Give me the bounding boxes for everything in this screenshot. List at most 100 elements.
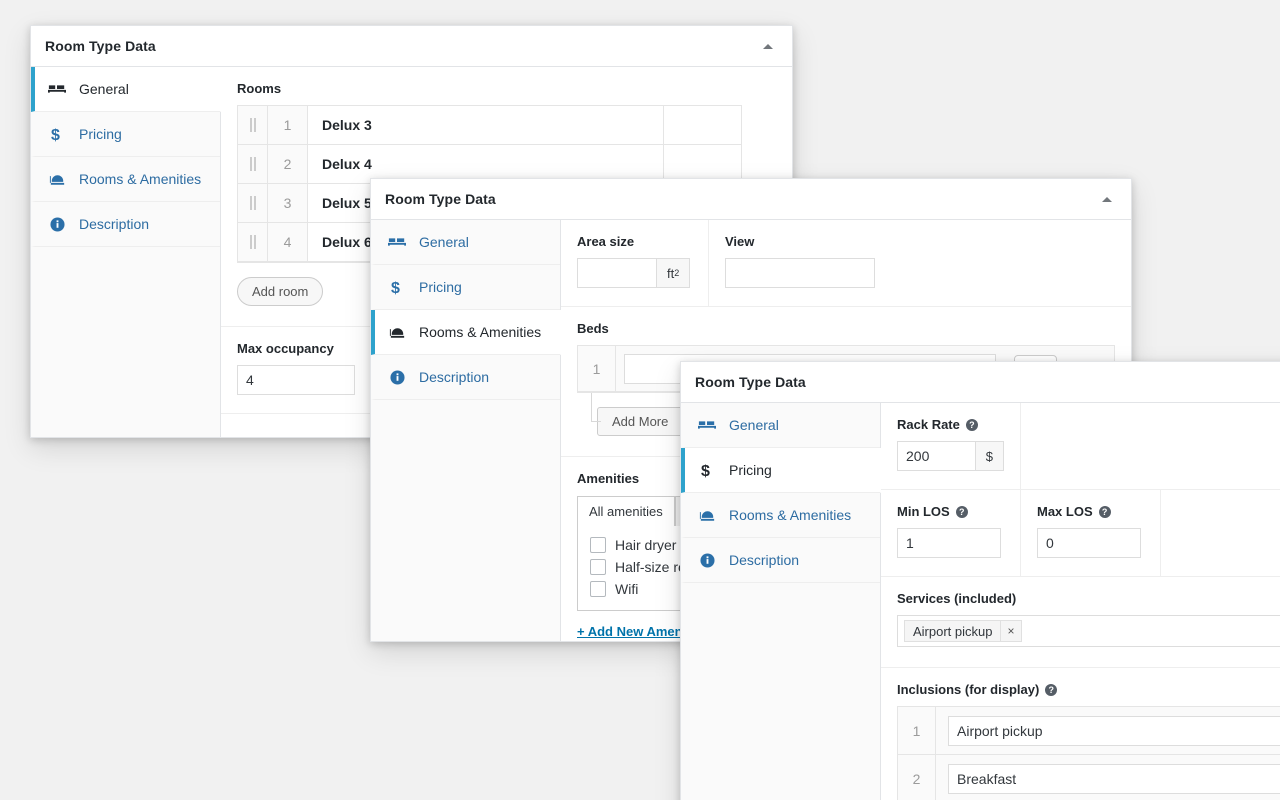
sidebar-item-rooms-amenities[interactable]: Rooms & Amenities (371, 310, 561, 355)
label-text: Max LOS (1037, 504, 1093, 519)
collapse-toggle-button[interactable] (1097, 189, 1117, 209)
collapse-toggle-button[interactable] (758, 36, 778, 56)
caret-up-icon (1102, 196, 1112, 202)
sidebar-item-pricing[interactable]: $ Pricing (681, 448, 881, 493)
area-size-group: ft 2 (577, 258, 692, 288)
max-occupancy-cell: Max occupancy 4 (221, 327, 381, 413)
checkbox[interactable] (590, 581, 606, 597)
bed-icon (47, 80, 67, 98)
max-los-cell: Max LOS ? 0 (1021, 490, 1161, 576)
max-occupancy-label: Max occupancy (237, 341, 334, 356)
dollar-icon: $ (697, 461, 717, 479)
sidebar-item-label: Description (729, 552, 800, 568)
rack-rate-input[interactable]: 200 (897, 441, 976, 471)
row-actions[interactable] (663, 106, 741, 144)
los-row: Min LOS ? 1 Max LOS ? 0 (881, 490, 1280, 577)
panel-header: Room Type Data (31, 26, 792, 67)
drag-handle[interactable] (238, 223, 268, 261)
row-index: 2 (268, 145, 308, 183)
bellhop-icon (387, 323, 407, 341)
inclusion-cell[interactable]: Breakfast (936, 755, 1280, 800)
table-row[interactable]: 2 Breakfast (898, 755, 1280, 800)
info-icon (47, 215, 67, 233)
sidebar-item-description[interactable]: Description (681, 538, 880, 583)
view-label: View (725, 234, 755, 249)
sidebar-item-label: General (79, 81, 129, 97)
caret-up-icon (763, 43, 773, 49)
label-text: Rack Rate (897, 417, 960, 432)
amenity-label: Hair dryer (615, 537, 677, 553)
drag-handle[interactable] (238, 106, 268, 144)
rack-rate-row: Rack Rate ? 200 $ (881, 403, 1280, 490)
sidebar-item-label: Pricing (419, 279, 462, 295)
rack-rate-label: Rack Rate ? (897, 417, 1004, 432)
sidebar-item-general[interactable]: General (371, 220, 560, 265)
drag-handle[interactable] (238, 184, 268, 222)
help-icon[interactable]: ? (955, 505, 968, 518)
min-los-input[interactable]: 1 (897, 528, 1001, 558)
table-row[interactable]: 1 Airport pickup (898, 707, 1280, 755)
row-index: 3 (268, 184, 308, 222)
sidebar-item-rooms-amenities[interactable]: Rooms & Amenities (31, 157, 220, 202)
svg-text:$: $ (701, 463, 710, 479)
area-view-row: Area size ft 2 View (561, 220, 1131, 307)
desktop-stage: Room Type Data General $ Pricing Rooms &… (0, 0, 1280, 800)
inclusion-input[interactable]: Breakfast (948, 763, 1280, 794)
help-icon[interactable]: ? (1045, 683, 1058, 696)
sidebar-item-rooms-amenities[interactable]: Rooms & Amenities (681, 493, 880, 538)
inclusion-cell[interactable]: Airport pickup (936, 707, 1280, 754)
page-title: Room Type Data (45, 38, 156, 54)
sidebar-item-general[interactable]: General (681, 403, 880, 448)
sidebar-item-label: General (419, 234, 469, 250)
drag-handle[interactable] (238, 145, 268, 183)
sidebar-filler (681, 583, 880, 623)
panel-header: Room Type Data (371, 179, 1131, 220)
bellhop-icon (697, 506, 717, 524)
area-size-input[interactable] (577, 258, 657, 288)
info-icon (387, 368, 407, 386)
help-icon[interactable]: ? (965, 418, 978, 431)
close-icon[interactable]: × (1000, 621, 1020, 641)
add-more-beds-button[interactable]: Add More (597, 407, 684, 436)
drag-dots-icon (248, 196, 257, 210)
spacer-cell (1161, 490, 1280, 576)
sidebar-item-label: Description (79, 216, 150, 232)
add-room-button[interactable]: Add room (237, 277, 324, 306)
drag-dots-icon (248, 118, 257, 132)
room-type-data-panel-3[interactable]: Room Type Data General $ Pricing Rooms &… (680, 361, 1280, 800)
room-name[interactable]: Delux 3 (308, 106, 663, 144)
svg-text:$: $ (51, 127, 60, 143)
area-size-unit: ft 2 (657, 258, 691, 288)
tab-all-amenities[interactable]: All amenities (577, 496, 675, 526)
dollar-icon: $ (387, 278, 407, 296)
help-icon[interactable]: ? (1098, 505, 1111, 518)
bed-icon (697, 416, 717, 434)
info-icon (697, 551, 717, 569)
label-text: Min LOS (897, 504, 950, 519)
currency-addon: $ (975, 441, 1004, 471)
checkbox[interactable] (590, 537, 606, 553)
sidebar-item-general[interactable]: General (31, 67, 221, 112)
sidebar-item-description[interactable]: Description (371, 355, 560, 400)
services-multiselect[interactable]: Airport pickup × (897, 615, 1280, 647)
unit-text: ft (667, 265, 675, 281)
inclusion-input[interactable]: Airport pickup (948, 715, 1280, 746)
max-los-input[interactable]: 0 (1037, 528, 1141, 558)
sidebar-filler (371, 400, 560, 440)
row-index: 4 (268, 223, 308, 261)
max-occupancy-input[interactable]: 4 (237, 365, 355, 395)
sidebar-item-label: General (729, 417, 779, 433)
sidebar: General $ Pricing Rooms & Amenities Desc… (371, 220, 561, 641)
min-los-cell: Min LOS ? 1 (881, 490, 1021, 576)
checkbox[interactable] (590, 559, 606, 575)
view-input[interactable] (725, 258, 875, 288)
amenity-label: Wifi (615, 581, 639, 597)
view-cell: View (709, 220, 1131, 306)
service-token[interactable]: Airport pickup × (904, 620, 1022, 642)
sidebar-item-label: Pricing (79, 126, 122, 142)
sidebar-item-pricing[interactable]: $ Pricing (31, 112, 220, 157)
sidebar-item-pricing[interactable]: $ Pricing (371, 265, 560, 310)
sidebar-item-description[interactable]: Description (31, 202, 220, 247)
rooms-label: Rooms (237, 81, 282, 96)
table-row[interactable]: 1 Delux 3 (238, 106, 741, 145)
